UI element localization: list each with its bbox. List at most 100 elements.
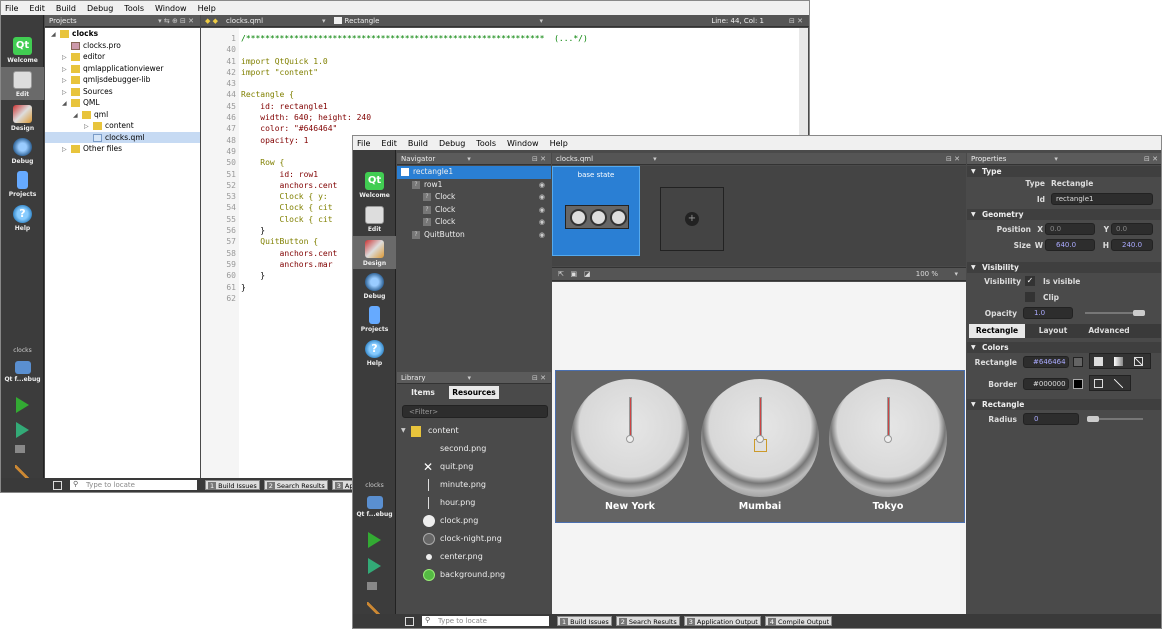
library-controls-icon[interactable]: ⊟ ✕ [532, 374, 546, 382]
tree-expand-arrow-icon[interactable]: ▷ [62, 144, 71, 156]
project-tree-item[interactable]: clocks.pro [45, 40, 200, 52]
tab-layout[interactable]: Layout [1025, 324, 1081, 338]
tab-advanced[interactable]: Advanced [1081, 324, 1137, 338]
menu-window[interactable]: Window [507, 139, 539, 148]
navigator-controls-icon[interactable]: ⊟ ✕ [532, 155, 546, 163]
project-tree-item[interactable]: ◢ QML [45, 97, 200, 109]
search-results-button[interactable]: 2 Search Results [615, 616, 680, 626]
project-tree-item[interactable]: ▷ editor [45, 51, 200, 63]
radius-slider[interactable] [1087, 416, 1143, 422]
toggle-sidebar-icon[interactable] [53, 480, 62, 490]
library-file-item[interactable]: ✕ quit.png [397, 458, 551, 476]
project-tree-item[interactable]: ▷ Sources [45, 86, 200, 98]
deploy-icon[interactable] [367, 582, 377, 590]
nav-arrows-icon[interactable]: ◆ ◆ [205, 17, 218, 25]
library-dropdown-icon[interactable]: ▾ [467, 374, 471, 382]
file-dropdown-icon[interactable]: ▾ [653, 155, 657, 163]
project-tree-item[interactable]: ▷ content [45, 120, 200, 132]
project-tree-item[interactable]: ◢ qml [45, 109, 200, 121]
project-tree-item[interactable]: ▷ qmlapplicationviewer [45, 63, 200, 75]
border-color-input[interactable]: #000000 [1023, 378, 1069, 390]
search-results-button[interactable]: 2 Search Results [263, 480, 328, 490]
y-input[interactable]: 0.0 [1111, 223, 1153, 235]
visibility-eye-icon[interactable]: ◉ [539, 179, 545, 192]
zoom-level[interactable]: 100 % [916, 270, 938, 278]
symbol-dropdown-icon[interactable]: ▾ [540, 17, 544, 25]
visibility-eye-icon[interactable]: ◉ [539, 204, 545, 217]
code-line[interactable]: import "content" [241, 67, 799, 78]
library-folder-content[interactable]: ▼ content [397, 422, 551, 440]
code-line[interactable]: width: 640; height: 240 [241, 112, 799, 123]
build-hammer-icon[interactable] [15, 465, 29, 479]
section-colors[interactable]: Colors [967, 342, 1161, 353]
properties-controls-icon[interactable]: ⊟ ✕ [1144, 155, 1158, 163]
border-mode-buttons[interactable] [1089, 375, 1131, 391]
compile-output-button[interactable]: 4 Compile Output [764, 616, 833, 626]
x-input[interactable]: 0.0 [1045, 223, 1095, 235]
project-tree-item[interactable]: ◢ clocks [45, 28, 200, 40]
navigator-item[interactable]: rectangle1 [397, 166, 551, 179]
zoom-dropdown-icon[interactable]: ▾ [954, 270, 958, 278]
locator-input[interactable]: Type to locate [422, 615, 549, 626]
editor-close-controls-icon[interactable]: ⊟ ✕ [789, 17, 803, 25]
rect-fill-mode-buttons[interactable] [1089, 353, 1151, 369]
library-file-item[interactable]: second.png [397, 440, 551, 458]
mode-help[interactable]: ? Help [353, 336, 396, 369]
navigator-dropdown-icon[interactable]: ▾ [467, 155, 471, 163]
height-input[interactable]: 240.0 [1111, 239, 1153, 251]
code-line[interactable]: Rectangle { [241, 89, 799, 100]
panel-controls-icon[interactable]: ▾ ⇆ ⊕ ⊟ ✕ [158, 17, 194, 25]
properties-dropdown-icon[interactable]: ▾ [1054, 155, 1058, 163]
menu-file[interactable]: File [5, 4, 18, 13]
target-selector[interactable]: Qt f...ebug [353, 492, 396, 524]
menu-window[interactable]: Window [155, 4, 187, 13]
visibility-eye-icon[interactable]: ◉ [539, 229, 545, 242]
rect-color-input[interactable]: #646464 [1023, 356, 1069, 368]
tab-items[interactable]: Items [403, 386, 443, 399]
base-state-card[interactable]: base state [552, 166, 640, 256]
target-selector[interactable]: Qt f...ebug [1, 357, 44, 389]
radius-input[interactable]: 0 [1023, 413, 1079, 425]
root-rectangle[interactable]: New York Mumbai Tokyo [555, 370, 965, 523]
rect-color-swatch[interactable] [1073, 357, 1083, 367]
menu-tools[interactable]: Tools [124, 4, 144, 13]
mode-projects[interactable]: Projects [1, 167, 44, 200]
menu-help[interactable]: Help [550, 139, 568, 148]
code-line[interactable]: id: rectangle1 [241, 101, 799, 112]
navigator-item[interactable]: ? QuitButton ◉ [397, 229, 551, 242]
menu-debug[interactable]: Debug [87, 4, 113, 13]
library-file-item[interactable]: clock-night.png [397, 530, 551, 548]
visibility-eye-icon[interactable]: ◉ [539, 191, 545, 204]
code-line[interactable]: /***************************************… [241, 33, 799, 44]
menu-tools[interactable]: Tools [476, 139, 496, 148]
navigator-item[interactable]: ? Clock ◉ [397, 204, 551, 217]
mode-design[interactable]: Design [353, 236, 396, 269]
mode-design[interactable]: Design [1, 101, 44, 134]
library-file-item[interactable]: minute.png [397, 476, 551, 494]
menu-edit[interactable]: Edit [381, 139, 397, 148]
build-issues-button[interactable]: 1 Build Issues [205, 480, 260, 490]
editor-symbol-combo[interactable]: Rectangle [345, 17, 540, 25]
menu-build[interactable]: Build [408, 139, 428, 148]
canvas-file-combo[interactable]: clocks.qml [556, 155, 593, 163]
locator-input[interactable]: Type to locate [70, 479, 197, 490]
navigator-item[interactable]: ? Clock ◉ [397, 191, 551, 204]
navigator-title[interactable]: Navigator [401, 155, 435, 163]
mode-projects[interactable]: Projects [353, 302, 396, 335]
library-file-item[interactable]: center.png [397, 548, 551, 566]
editor-file-combo[interactable]: clocks.qml [226, 17, 316, 25]
properties-title[interactable]: Properties [971, 155, 1006, 163]
is-visible-checkbox[interactable]: ✓ [1025, 276, 1035, 286]
clock-tokyo[interactable] [829, 379, 947, 497]
project-tree-item[interactable]: ▷ qmljsdebugger-lib [45, 74, 200, 86]
width-input[interactable]: 640.0 [1045, 239, 1095, 251]
project-tree-item[interactable]: ▷ Other files [45, 143, 200, 155]
id-input[interactable]: rectangle1 [1051, 193, 1153, 205]
tab-resources[interactable]: Resources [449, 386, 499, 399]
projects-panel-title[interactable]: Projects [49, 17, 77, 25]
section-type[interactable]: Type [967, 166, 1161, 177]
code-line[interactable]: color: "#646464" [241, 123, 799, 134]
toolbar-tools-icon[interactable]: ⇱ ▣ ◪ [558, 270, 590, 278]
canvas-controls-icon[interactable]: ⊟ ✕ [946, 155, 960, 163]
section-geometry[interactable]: Geometry [967, 209, 1161, 220]
